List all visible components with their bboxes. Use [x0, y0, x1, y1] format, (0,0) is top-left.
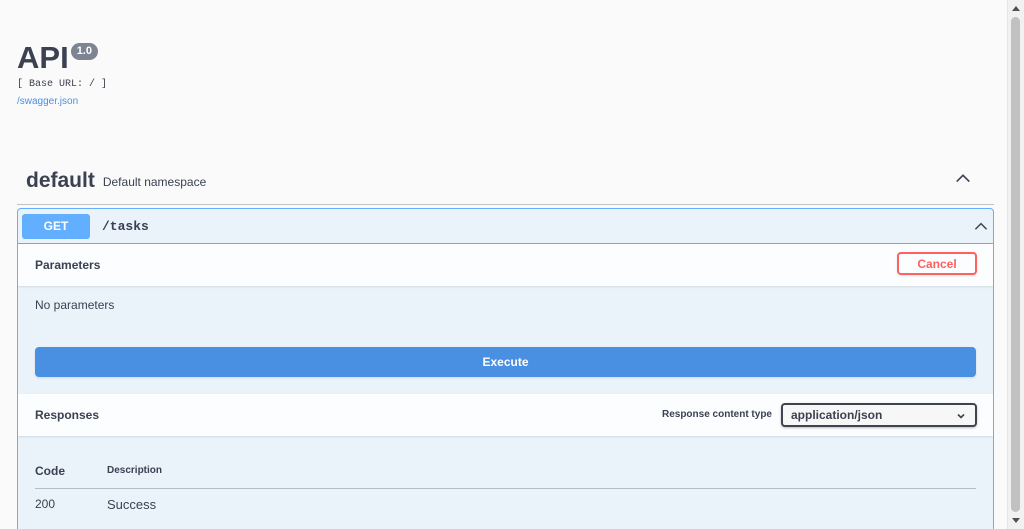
cancel-button[interactable]: Cancel — [897, 252, 977, 275]
scrollbar-thumb[interactable] — [1011, 17, 1020, 512]
swagger-json-link[interactable]: /swagger.json — [17, 94, 78, 109]
opblock-get-tasks: GET /tasks Parameters Cancel No paramete… — [17, 208, 994, 529]
scroll-up-icon[interactable] — [1012, 6, 1020, 11]
code-column-header: Code — [35, 464, 65, 478]
execute-button[interactable]: Execute — [35, 347, 976, 377]
scroll-down-icon[interactable] — [1012, 518, 1020, 523]
responses-table-header: Code Description — [35, 456, 976, 489]
opblock-summary[interactable]: GET /tasks — [18, 209, 993, 244]
api-title: API — [17, 40, 69, 75]
endpoint-path: /tasks — [102, 218, 149, 234]
namespace-header-default[interactable]: default Default namespace — [17, 157, 994, 205]
api-info: API 1.0 [ Base URL: / ] /swagger.json — [17, 38, 107, 109]
chevron-down-icon — [957, 413, 965, 419]
swagger-page: API 1.0 [ Base URL: / ] /swagger.json de… — [0, 0, 1008, 529]
responses-title: Responses — [35, 408, 100, 422]
response-code: 200 — [35, 497, 56, 511]
vertical-scrollbar[interactable] — [1007, 0, 1024, 529]
parameters-header: Parameters Cancel — [18, 244, 993, 286]
content-type-label: Response content type — [661, 409, 772, 420]
description-column-header: Description — [107, 465, 163, 476]
parameters-title: Parameters — [35, 258, 101, 272]
responses-table: Code Description 200 Success — [35, 456, 976, 519]
method-badge: GET — [22, 213, 90, 239]
no-parameters-text: No parameters — [35, 298, 115, 312]
version-badge: 1.0 — [70, 43, 98, 60]
content-type-value: application/json — [791, 408, 883, 422]
namespace-description: Default namespace — [102, 174, 207, 189]
base-url: [ Base URL: / ] — [17, 79, 108, 90]
response-description: Success — [107, 497, 157, 512]
chevron-up-icon[interactable] — [973, 218, 989, 234]
content-type-select[interactable]: application/json — [781, 403, 977, 427]
table-row: 200 Success — [35, 489, 976, 519]
namespace-name: default — [26, 168, 95, 192]
responses-header: Responses Response content type applicat… — [18, 394, 993, 436]
api-title-row: API 1.0 — [17, 38, 107, 78]
chevron-up-icon[interactable] — [954, 169, 972, 187]
